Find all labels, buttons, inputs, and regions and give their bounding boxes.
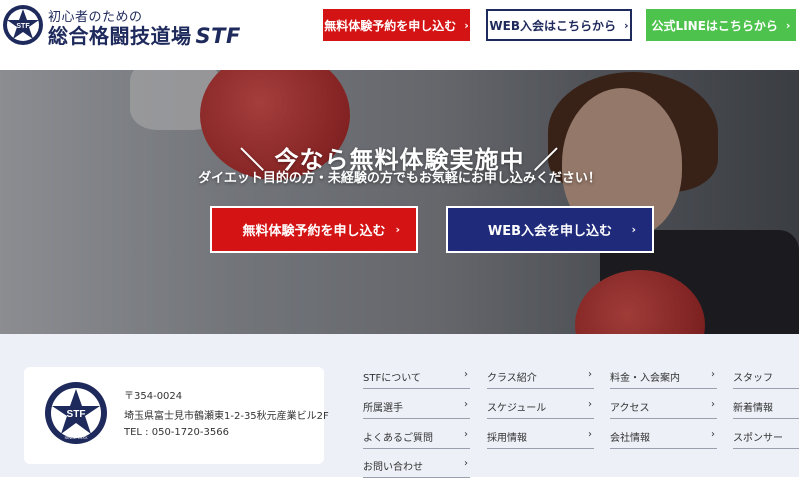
emblem-since: SINCE 19XX (64, 435, 87, 440)
chevron-right-icon: › (588, 399, 592, 410)
chevron-right-icon: › (464, 458, 468, 469)
logo-brand: STF (195, 24, 241, 48)
footer-nav-label: アクセス (610, 403, 650, 414)
footer-nav-schedule[interactable]: スケジュール › (487, 399, 594, 419)
hero-banner: ＼ 今なら無料体験実施中 ／ ダイエット目的の方・未経験の方でもお気軽にお申し込… (0, 70, 799, 334)
site-header: STF 初心者のための 総合格闘技道場 STF 無料体験予約を申し込む › WEB… (0, 0, 799, 70)
footer-nav-label: 新着情報 (733, 403, 773, 414)
footer-nav-about[interactable]: STFについて › (363, 369, 470, 389)
footer-nav-label: スポンサー (733, 433, 783, 444)
footer-nav-faq[interactable]: よくあるご質問 › (363, 429, 470, 449)
footer-section: STF SINCE 19XX 〒354-0024 埼玉県富士見市鶴瀬東1-2-3… (0, 334, 799, 478)
footer-nav-contact[interactable]: お問い合わせ › (363, 458, 470, 478)
footer-nav-label: 料金・入会案内 (610, 373, 680, 384)
footer-nav-sponsors[interactable]: スポンサー (733, 429, 799, 449)
footer-nav-news[interactable]: 新着情報 (733, 399, 799, 419)
chevron-right-icon: › (711, 429, 715, 440)
footer-nav-label: スケジュール (487, 403, 547, 414)
footer-nav-label: クラス紹介 (487, 373, 537, 384)
chevron-right-icon: › (464, 18, 469, 32)
emblem-text: STF (67, 409, 86, 420)
footer-nav-access[interactable]: アクセス › (610, 399, 717, 419)
phone-number[interactable]: TEL : 050-1720-3566 (124, 427, 229, 438)
stf-logo-icon[interactable]: STF (2, 4, 44, 46)
footer-nav-label: よくあるご質問 (363, 433, 433, 444)
footer-nav-staff[interactable]: スタッフ (733, 369, 799, 389)
chevron-right-icon: › (588, 369, 592, 380)
footer-nav-classes[interactable]: クラス紹介 › (487, 369, 594, 389)
header-trial-button[interactable]: 無料体験予約を申し込む › (323, 9, 470, 41)
header-trial-label: 無料体験予約を申し込む (324, 18, 457, 33)
footer-nav-athletes[interactable]: 所属選手 › (363, 399, 470, 419)
address-line: 埼玉県富士見市鶴瀬東1-2-35秋元産業ビル2F (124, 411, 329, 422)
footer-nav-label: 所属選手 (363, 403, 403, 414)
hero-trial-button[interactable]: 無料体験予約を申し込む › (210, 206, 418, 253)
hero-trial-label: 無料体験予約を申し込む (242, 224, 386, 239)
chevron-right-icon: › (711, 369, 715, 380)
header-web-join-label: WEB入会はこちらから (489, 18, 617, 33)
footer-nav-careers[interactable]: 採用情報 › (487, 429, 594, 449)
logo-badge-text: STF (16, 23, 30, 30)
header-line-button[interactable]: 公式LINEはこちらから › (646, 9, 796, 41)
footer-nav-label: 採用情報 (487, 433, 527, 444)
chevron-right-icon: › (631, 223, 636, 236)
logo-title-jp: 総合格闘技道場 (48, 24, 192, 48)
chevron-right-icon: › (464, 369, 468, 380)
chevron-right-icon: › (785, 18, 791, 32)
chevron-right-icon: › (395, 223, 400, 236)
logo-title[interactable]: 総合格闘技道場 STF (48, 20, 241, 49)
chevron-right-icon: › (588, 429, 592, 440)
header-line-label: 公式LINEはこちらから (651, 18, 778, 33)
hero-subtitle: ダイエット目的の方・未経験の方でもお気軽にお申し込みください！ (198, 171, 601, 186)
chevron-right-icon: › (464, 429, 468, 440)
hero-overlay (0, 70, 799, 334)
footer-nav-label: スタッフ (733, 373, 773, 384)
chevron-right-icon: › (464, 399, 468, 410)
chevron-right-icon: › (624, 18, 629, 32)
hero-web-join-button[interactable]: WEB入会を申し込む › (446, 206, 654, 253)
hero-web-join-label: WEB入会を申し込む (487, 224, 613, 239)
footer-nav-company[interactable]: 会社情報 › (610, 429, 717, 449)
chevron-right-icon: › (711, 399, 715, 410)
stf-emblem-icon: STF SINCE 19XX (45, 382, 107, 444)
footer-nav-pricing[interactable]: 料金・入会案内 › (610, 369, 717, 389)
header-web-join-button[interactable]: WEB入会はこちらから › (486, 9, 632, 41)
footer-nav-label: STFについて (363, 373, 421, 384)
postal-code: 〒354-0024 (124, 391, 183, 402)
contact-card: STF SINCE 19XX 〒354-0024 埼玉県富士見市鶴瀬東1-2-3… (24, 367, 329, 464)
footer-nav-label: 会社情報 (610, 433, 650, 444)
footer-nav-label: お問い合わせ (363, 462, 423, 473)
